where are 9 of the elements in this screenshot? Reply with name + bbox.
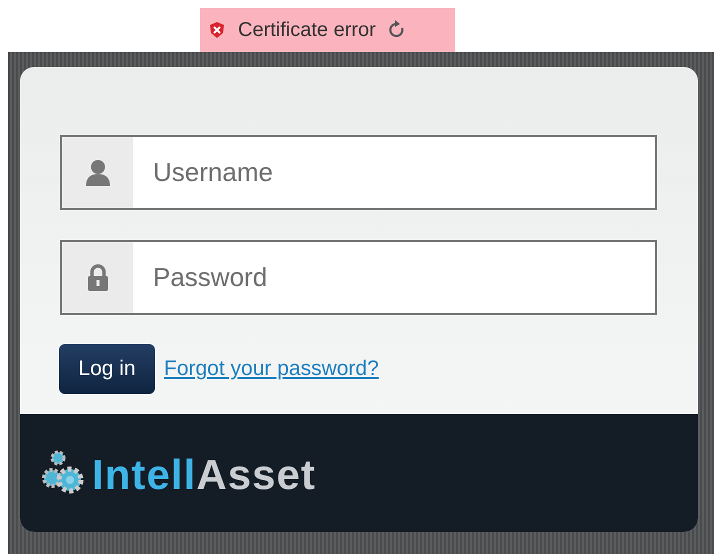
lock-icon [86,264,108,292]
certificate-error-bar[interactable]: Certificate error [200,8,455,52]
login-button[interactable]: Log in [59,344,155,394]
certificate-error-text: Certificate error [238,18,376,43]
logo-text: IntellAsset [92,454,316,496]
user-icon [84,158,110,186]
error-icon [208,21,226,39]
forgot-password-link[interactable]: Forgot your password? [164,353,379,385]
refresh-icon[interactable] [388,20,406,40]
